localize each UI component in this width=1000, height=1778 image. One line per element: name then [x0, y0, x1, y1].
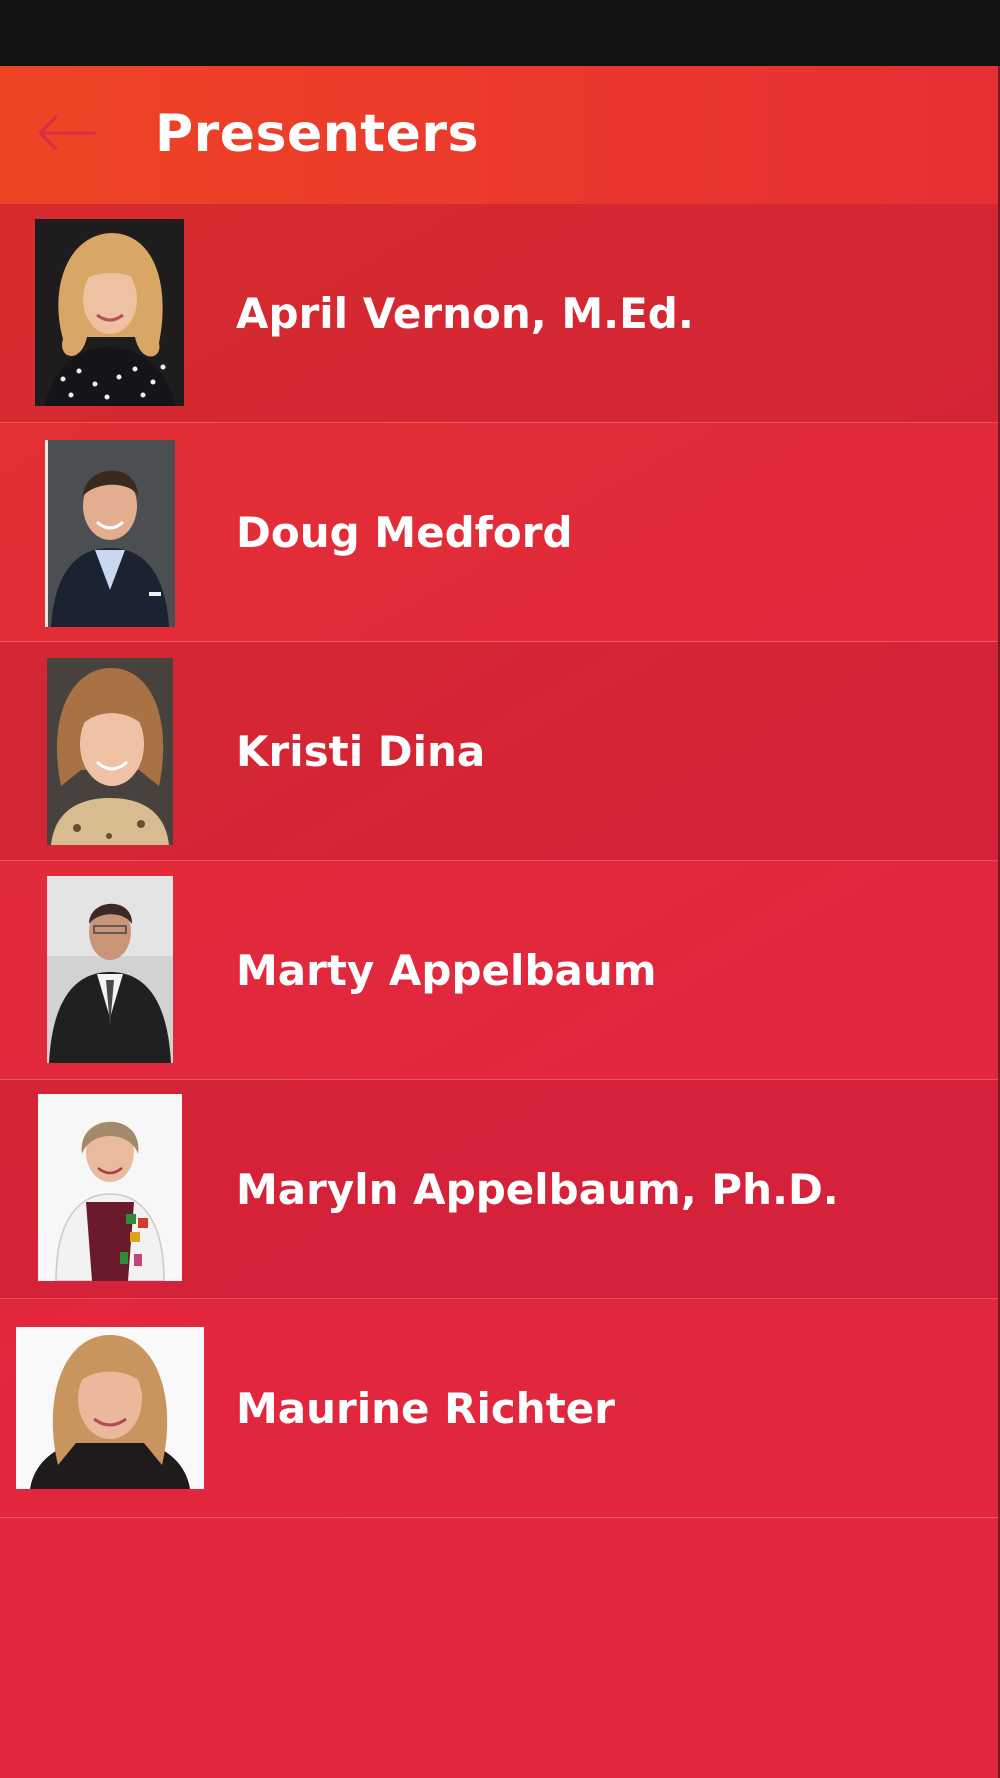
presenter-row-kristi-dina[interactable]: Kristi Dina	[0, 642, 998, 861]
presenter-row-maryln-appelbaum[interactable]: Maryln Appelbaum, Ph.D.	[0, 1080, 998, 1299]
avatar-photo	[45, 440, 175, 627]
app-bar: Presenters	[0, 66, 998, 204]
presenter-row-april-vernon[interactable]: April Vernon, M.Ed.	[0, 204, 998, 423]
presenter-name: Maryln Appelbaum, Ph.D.	[236, 1165, 839, 1214]
presenter-name: Doug Medford	[236, 508, 573, 557]
presenter-row-doug-medford[interactable]: Doug Medford	[0, 423, 998, 642]
presenter-row-maurine-richter[interactable]: Maurine Richter	[0, 1299, 998, 1518]
presenter-name: Marty Appelbaum	[236, 946, 657, 995]
arrow-left-icon	[38, 115, 96, 151]
avatar-photo	[38, 1094, 182, 1281]
status-bar	[0, 0, 1000, 66]
presenter-name: Kristi Dina	[236, 727, 486, 776]
avatar-photo	[16, 1327, 204, 1489]
presenter-name: Maurine Richter	[236, 1384, 615, 1433]
presenters-screen: Presenters April Vernon, M.Ed. Doug Medf…	[0, 66, 998, 1778]
presenter-name: April Vernon, M.Ed.	[236, 289, 694, 338]
avatar-photo	[35, 219, 184, 406]
avatar-photo	[47, 658, 173, 845]
presenter-list: April Vernon, M.Ed. Doug Medford Kristi …	[0, 204, 998, 1518]
page-title: Presenters	[155, 104, 479, 164]
phone-screen: Presenters April Vernon, M.Ed. Doug Medf…	[0, 0, 1000, 1778]
avatar-photo	[47, 876, 173, 1063]
back-button[interactable]	[30, 106, 100, 160]
presenter-row-marty-appelbaum[interactable]: Marty Appelbaum	[0, 861, 998, 1080]
